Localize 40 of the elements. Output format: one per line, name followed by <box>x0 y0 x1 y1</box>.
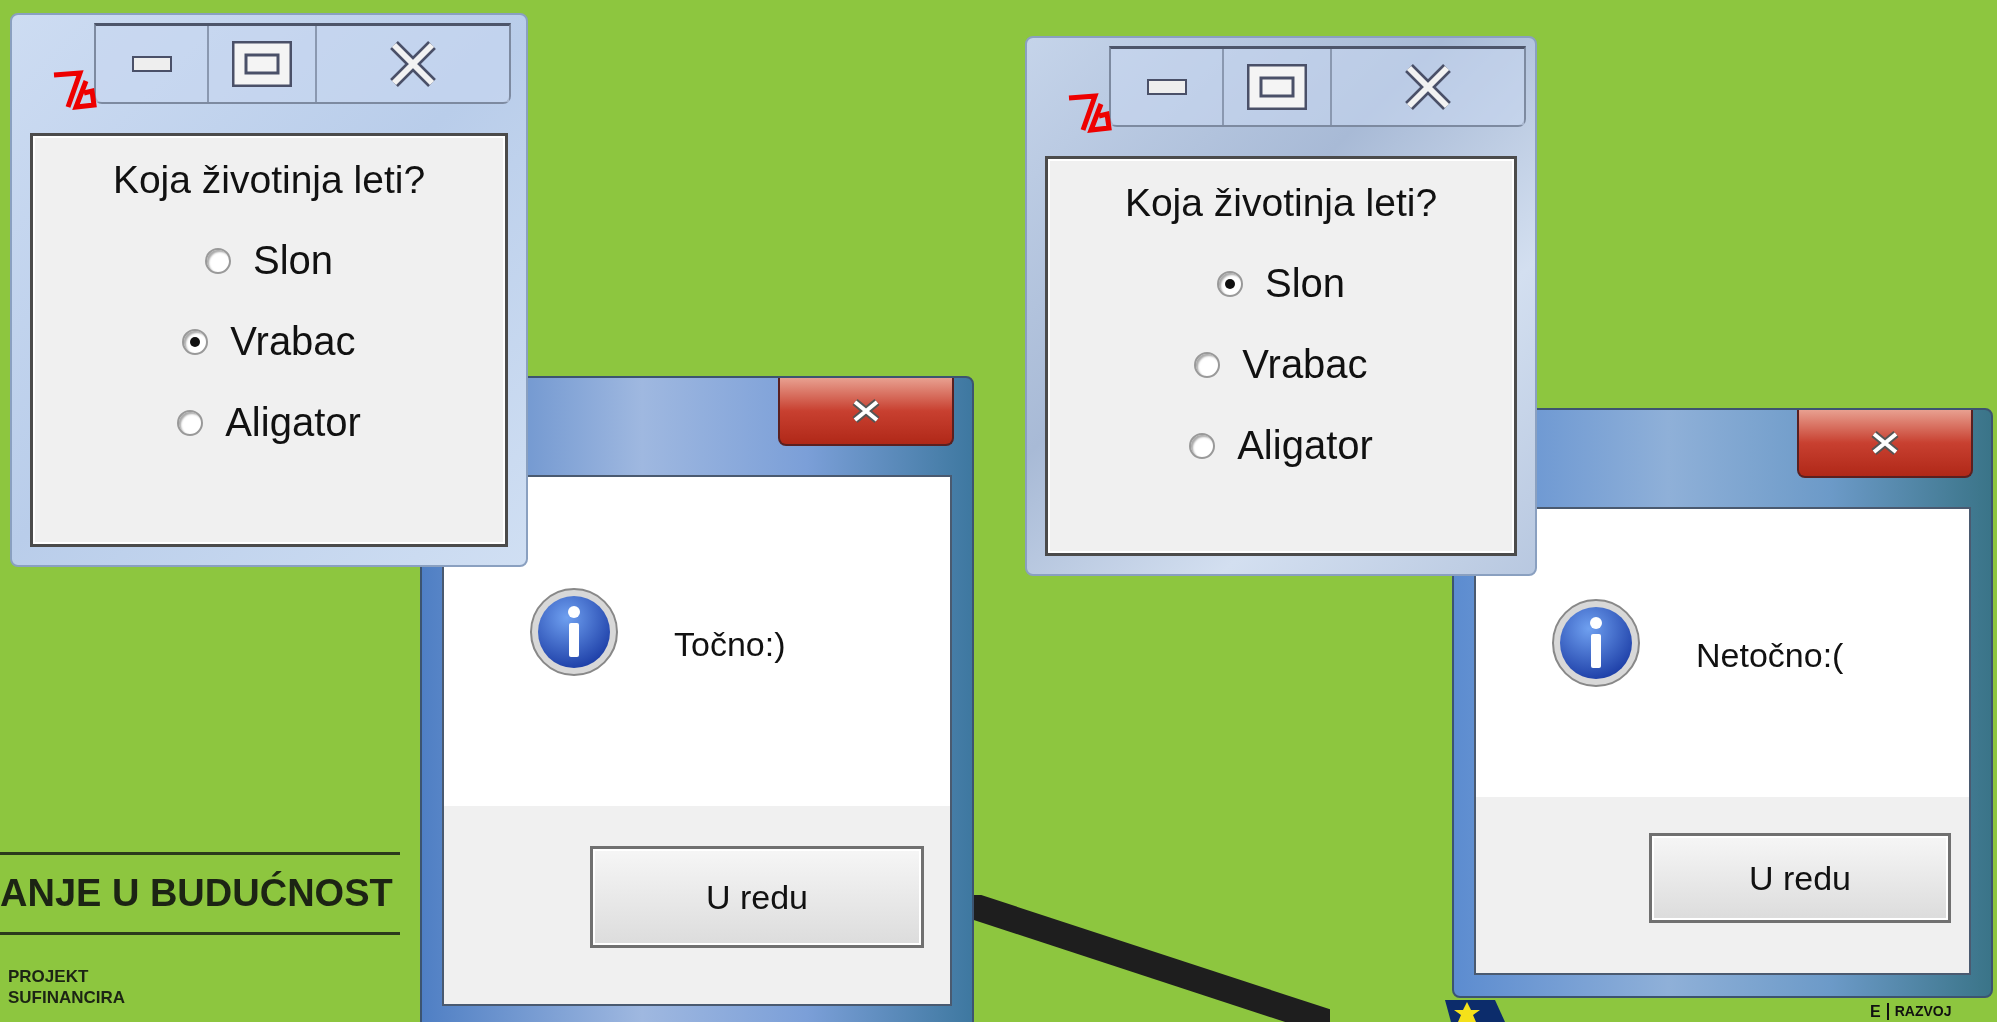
project-text: PROJEKT <box>8 966 90 987</box>
banner-text: ANJE U BUDUĆNOST <box>0 872 393 915</box>
radio-button[interactable] <box>1189 432 1216 459</box>
radio-button[interactable] <box>182 328 209 355</box>
close-button[interactable] <box>317 26 509 102</box>
radio-option[interactable]: Vrabac <box>1194 342 1368 387</box>
message-text: Netočno:( <box>1696 636 1844 675</box>
maximize-icon <box>1247 64 1307 110</box>
minimize-button[interactable] <box>96 26 209 102</box>
ok-button[interactable]: U redu <box>590 846 924 948</box>
maximize-icon <box>232 41 292 87</box>
radio-option[interactable]: Slon <box>1216 261 1346 306</box>
logo-word: RAZVOJ <box>1894 1003 1952 1020</box>
minimize-button[interactable] <box>1111 49 1224 125</box>
close-button[interactable] <box>1332 49 1524 125</box>
logo-letter: E <box>1870 1003 1889 1020</box>
radio-button[interactable] <box>177 409 204 436</box>
radio-button[interactable] <box>204 247 231 274</box>
message-text: Točno:) <box>674 624 786 664</box>
close-icon <box>1403 64 1453 110</box>
radio-option[interactable]: Vrabac <box>182 319 356 364</box>
radio-option[interactable]: Aligator <box>1189 423 1373 468</box>
minimize-icon <box>1146 79 1187 95</box>
radio-option[interactable]: Aligator <box>177 400 361 445</box>
info-icon <box>1550 597 1642 689</box>
close-button[interactable] <box>1797 410 1973 478</box>
radio-button[interactable] <box>1194 351 1221 378</box>
radio-button[interactable] <box>1216 270 1243 297</box>
close-icon <box>388 41 438 87</box>
question-text: Koja životinja leti? <box>112 158 426 202</box>
project-text: SUFINANCIRA <box>8 987 126 1008</box>
question-text: Koja životinja leti? <box>1124 181 1438 225</box>
maximize-button[interactable] <box>1224 49 1332 125</box>
radio-option[interactable]: Slon <box>204 238 334 283</box>
maximize-button[interactable] <box>209 26 317 102</box>
close-button[interactable] <box>778 378 954 446</box>
info-icon <box>528 585 620 678</box>
ok-button[interactable]: U redu <box>1649 833 1951 923</box>
star-flag-icon <box>1445 1000 1505 1022</box>
minimize-icon <box>131 56 172 72</box>
